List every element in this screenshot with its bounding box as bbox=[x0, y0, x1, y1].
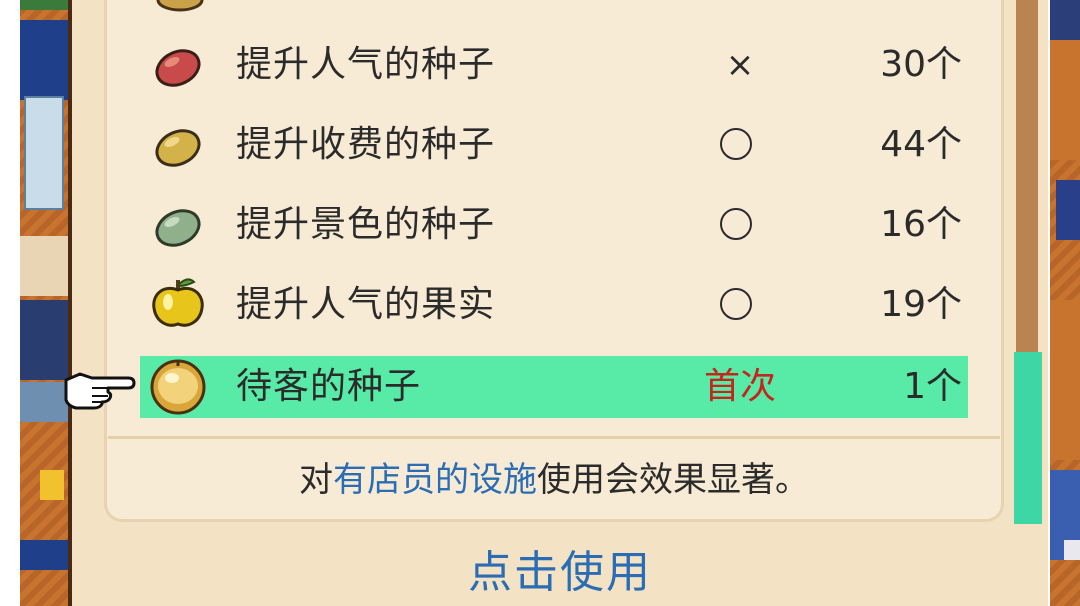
item-name: 提升人气的果实 bbox=[236, 284, 496, 325]
item-name: 提升收费的种子 bbox=[236, 124, 496, 165]
game-background-left bbox=[20, 0, 68, 606]
item-count: 1个 bbox=[903, 366, 962, 407]
hint-prefix: 对 bbox=[299, 460, 333, 500]
scrollbar-thumb[interactable] bbox=[1014, 352, 1042, 524]
list-item[interactable]: 提升收费的种子 44个 bbox=[140, 114, 968, 176]
first-use-label: 首次 bbox=[703, 366, 776, 407]
divider bbox=[108, 436, 1000, 439]
gold-fruit-icon bbox=[150, 359, 206, 415]
item-name: 提升景色的种子 bbox=[236, 204, 496, 245]
list-item[interactable]: 提升人气的果实 19个 bbox=[140, 274, 968, 336]
hint-highlight: 有店员的设施 bbox=[333, 460, 537, 500]
list-item[interactable]: 提升人气的种子 × 30个 bbox=[140, 34, 968, 96]
item-count: 44个 bbox=[880, 124, 962, 165]
use-button[interactable]: 点击使用 bbox=[380, 540, 740, 606]
green-seed-icon bbox=[155, 209, 201, 247]
usable-circle-icon bbox=[720, 208, 752, 240]
usage-hint: 对有店员的设施使用会效果显著。 bbox=[104, 452, 1004, 508]
usable-circle-icon bbox=[720, 288, 752, 320]
usable-mark: × bbox=[725, 45, 755, 85]
yellow-fruit-icon bbox=[152, 278, 204, 327]
list-item-selected[interactable]: 待客的种子 首次 1个 bbox=[140, 356, 968, 418]
item-count: 19个 bbox=[880, 284, 962, 325]
red-seed-icon bbox=[155, 49, 201, 87]
item-name: 待客的种子 bbox=[236, 366, 422, 407]
item-count: 16个 bbox=[880, 204, 962, 245]
usable-circle-icon bbox=[720, 128, 752, 160]
partial-item-icon bbox=[156, 0, 204, 12]
item-count: 30个 bbox=[880, 44, 962, 85]
pointing-hand-icon bbox=[64, 372, 136, 410]
list-item[interactable]: 提升景色的种子 16个 bbox=[140, 194, 968, 256]
hint-suffix: 使用会效果显著。 bbox=[537, 460, 809, 500]
yellow-seed-icon bbox=[155, 129, 201, 167]
game-background-right bbox=[1050, 0, 1080, 606]
item-name: 提升人气的种子 bbox=[236, 44, 496, 85]
